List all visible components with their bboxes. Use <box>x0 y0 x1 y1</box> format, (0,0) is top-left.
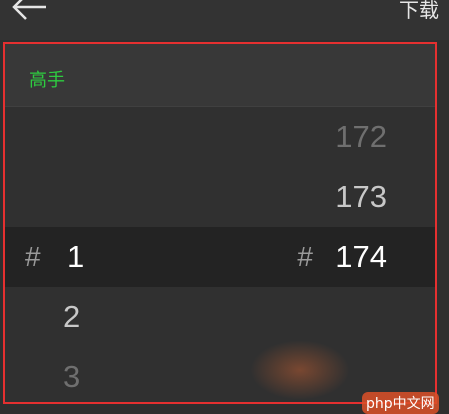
hash-icon: # <box>297 241 313 272</box>
picker-row[interactable]: 2 <box>5 287 435 347</box>
download-button[interactable]: 下载 <box>399 0 439 23</box>
watermark-logo: php中文网 <box>362 392 439 414</box>
picker-value-right: 172 <box>335 119 387 154</box>
top-bar: 下载 <box>0 0 449 40</box>
hash-icon: # <box>25 241 41 272</box>
number-picker[interactable]: 172 173 # 1 # 174 2 3 <box>5 107 435 402</box>
picker-value-left: 3 <box>63 359 81 394</box>
arrow-left-icon[interactable] <box>10 0 50 22</box>
picker-value-left: 2 <box>63 299 81 334</box>
picker-value-right: 174 <box>335 239 387 274</box>
picker-row[interactable]: 173 <box>5 167 435 227</box>
section-title: 高手 <box>29 70 65 91</box>
picker-value-right: 173 <box>335 179 387 214</box>
highlight-frame: 高手 172 173 # 1 # 174 2 3 <box>3 42 437 404</box>
picker-value-left: 1 <box>67 239 85 274</box>
decorative-blob <box>250 340 350 400</box>
section-header: 高手 <box>5 44 435 107</box>
picker-row[interactable]: 172 <box>5 107 435 167</box>
picker-row-selected[interactable]: # 1 # 174 <box>5 227 435 287</box>
